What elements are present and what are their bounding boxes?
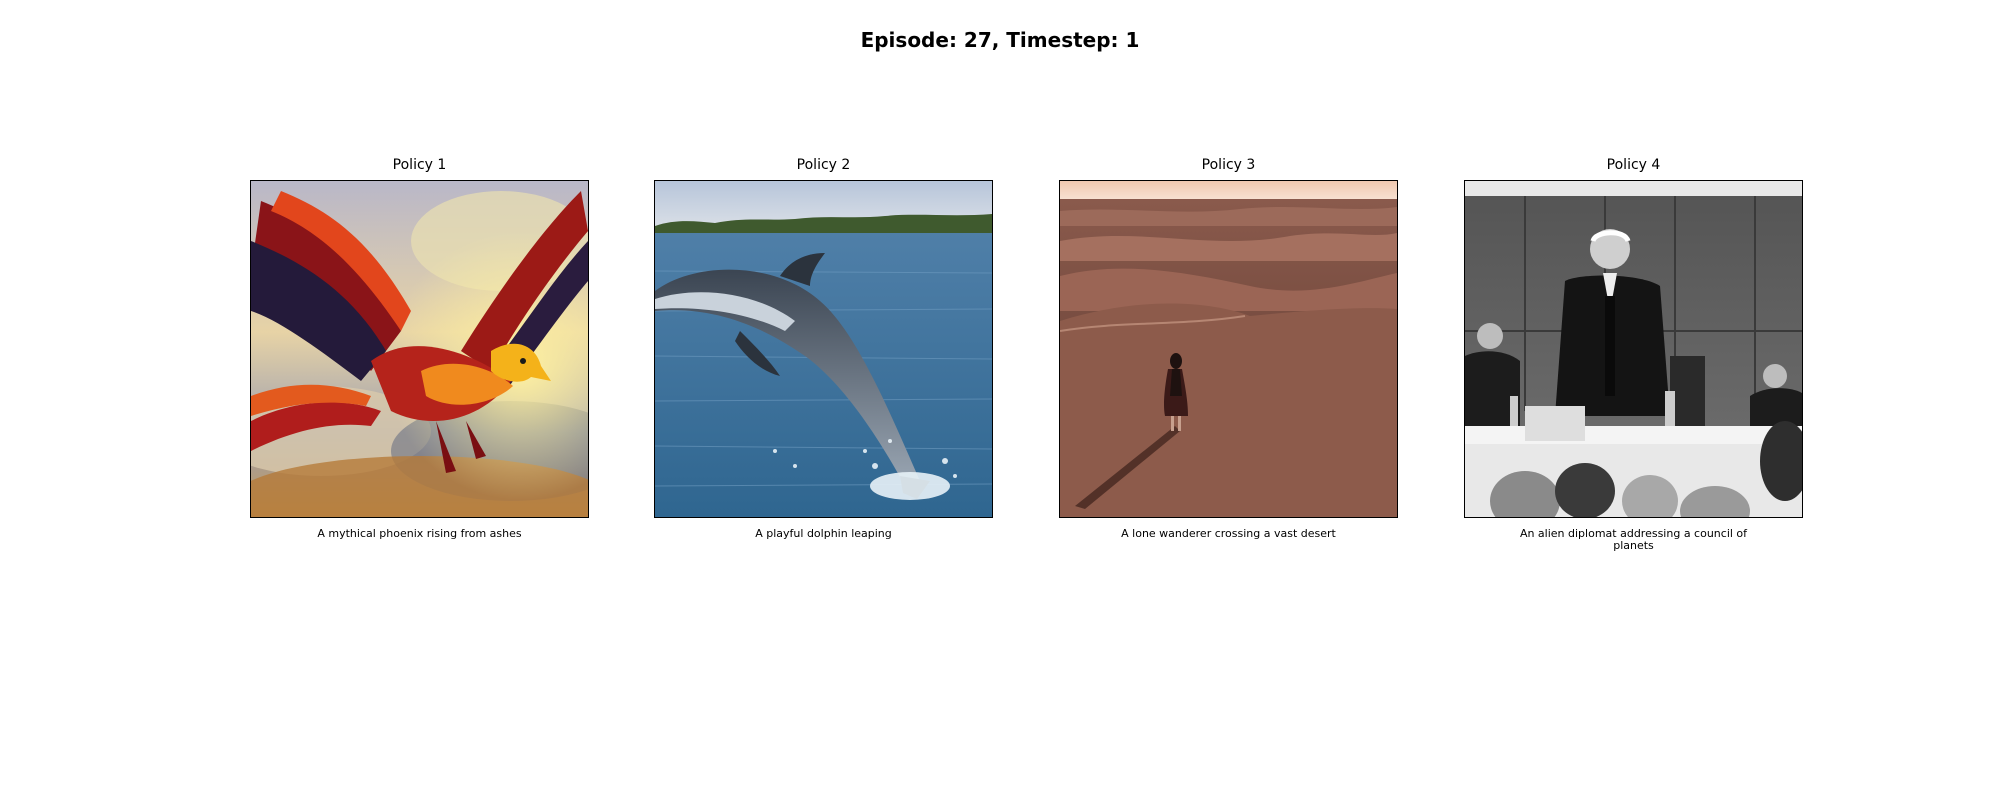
dolphin-image: [654, 180, 993, 518]
policy-panel-2: Policy 2 A playful dolphin leaping: [654, 155, 993, 540]
desert-photo: [1060, 181, 1397, 517]
dolphin-photo: [655, 181, 992, 517]
phoenix-image: [250, 180, 589, 518]
figure-title: Episode: 27, Timestep: 1: [860, 28, 1140, 52]
panel-title: Policy 3: [1201, 157, 1256, 173]
phoenix-illustration: [251, 181, 588, 517]
panel-caption: A mythical phoenix rising from ashes: [317, 527, 522, 540]
diplomat-council-image: [1464, 180, 1803, 518]
panel-caption: A lone wanderer crossing a vast desert: [1121, 527, 1336, 540]
desert-wanderer-image: [1059, 180, 1398, 518]
panel-title: Policy 1: [392, 157, 447, 173]
policy-panel-1: Policy 1 A mythical phoenix rising from …: [250, 155, 589, 540]
panel-caption: A playful dolphin leaping: [755, 527, 892, 540]
panel-caption: An alien diplomat addressing a council o…: [1519, 527, 1748, 552]
panel-title: Policy 2: [796, 157, 851, 173]
council-photo: [1465, 181, 1802, 517]
policy-panel-4: Policy 4 An alien diplomat addressing a …: [1464, 155, 1803, 552]
panel-title: Policy 4: [1606, 157, 1661, 173]
policy-panel-3: Policy 3 A lone wanderer crossing a vast…: [1059, 155, 1398, 540]
